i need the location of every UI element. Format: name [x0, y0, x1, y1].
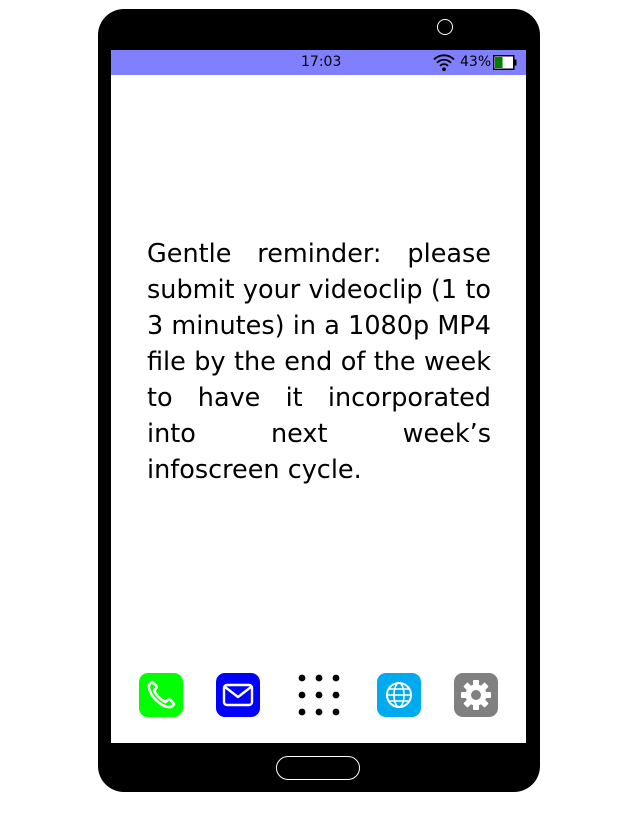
- battery-fill: [495, 57, 503, 68]
- status-time: 17:03: [301, 54, 342, 70]
- front-camera: [437, 19, 453, 35]
- status-bar: 17:03 43%: [111, 50, 526, 75]
- app-drawer-button[interactable]: [297, 673, 341, 717]
- mail-icon: [222, 683, 254, 707]
- phone-frame: 17:03 43% Gentle reminder: please submit…: [98, 9, 540, 792]
- phone-icon: [147, 680, 176, 709]
- phone-app-button[interactable]: [139, 673, 183, 717]
- battery-icon: [493, 55, 517, 70]
- app-dock: [111, 673, 526, 719]
- battery-percent: 43%: [460, 54, 492, 70]
- mail-app-button[interactable]: [216, 673, 260, 717]
- browser-app-button[interactable]: [377, 673, 421, 717]
- settings-icon: [461, 680, 491, 710]
- home-button[interactable]: [276, 756, 360, 780]
- phone-screen: 17:03 43% Gentle reminder: please submit…: [111, 50, 526, 743]
- settings-app-button[interactable]: [454, 673, 498, 717]
- wifi-icon: [433, 54, 455, 71]
- reminder-message: Gentle reminder: please submit your vide…: [147, 239, 491, 485]
- app-grid-icon: [298, 674, 340, 716]
- browser-icon: [386, 682, 412, 708]
